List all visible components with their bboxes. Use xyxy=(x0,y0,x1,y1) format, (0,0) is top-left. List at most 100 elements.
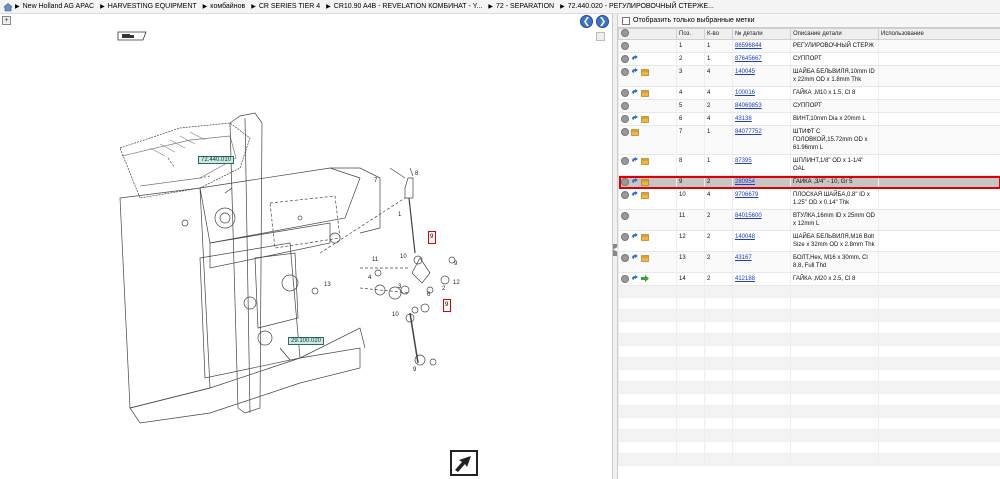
col-desc[interactable]: Описание детали xyxy=(790,28,879,40)
callout-29100020[interactable]: 29.100.020 xyxy=(288,337,325,345)
part-number-link[interactable]: 43138 xyxy=(735,116,752,122)
breadcrumb-item[interactable]: HARVESTING EQUIPMENT xyxy=(108,3,197,10)
part-number-link[interactable]: 412188 xyxy=(735,276,755,282)
callout-72440010[interactable]: 72.440.010 xyxy=(198,156,235,164)
table-row[interactable]: 13 2 43167 БОЛТ,Hex, M16 x 30mm, Cl 8.8, Fu… xyxy=(618,251,1000,273)
replace-arrow-icon[interactable] xyxy=(641,275,649,283)
row-pos: 1 xyxy=(676,39,705,53)
package-icon[interactable] xyxy=(641,68,649,76)
package-icon[interactable] xyxy=(641,254,649,262)
breadcrumb-item[interactable]: 72.440.020 - РЕГУЛИРОВОЧНЫЙ СТЕРЖЕ... xyxy=(568,3,714,10)
next-button[interactable]: ❯ xyxy=(596,15,609,28)
table-row[interactable]: 5 2 84069853 СУППОРТ xyxy=(618,99,1000,113)
col-qty[interactable]: К-во xyxy=(704,28,733,40)
row-usage xyxy=(878,39,1000,53)
row-qty: 1 xyxy=(704,154,733,176)
row-description: ШТИФТ С ГОЛОВКОЙ,15.72mm OD x 61.96mm L xyxy=(790,125,879,155)
info-arrow-icon[interactable] xyxy=(631,275,639,283)
home-icon[interactable] xyxy=(3,2,13,12)
row-pos: 12 xyxy=(676,230,705,252)
table-row[interactable]: 1 1 86596844 РЕГУЛИРОВОЧНЫЙ СТЕРЖ xyxy=(618,39,1000,53)
part-number-link[interactable]: 84015600 xyxy=(735,213,762,219)
row-pos: 14 xyxy=(676,272,705,286)
show-selected-checkbox[interactable] xyxy=(622,16,630,25)
table-row[interactable]: 6 4 43138 ВИНТ,10mm Dia x 20mm L xyxy=(618,112,1000,126)
table-row[interactable]: 4 4 100016 ГАЙКА ,M10 x 1.5, Cl 8 xyxy=(618,86,1000,100)
select-circle-icon[interactable] xyxy=(621,102,629,110)
info-arrow-icon[interactable] xyxy=(631,157,639,165)
select-circle-icon[interactable] xyxy=(621,68,629,76)
collapse-handle[interactable]: ◀ xyxy=(613,244,618,256)
row-part-number: 87645667 xyxy=(732,52,791,66)
row-qty: 2 xyxy=(704,175,733,189)
table-row[interactable]: 14 2 412188 ГАЙКА ,M20 x 2.5, Cl 8 xyxy=(618,272,1000,286)
table-row[interactable]: 12 2 140048 ШАЙБА БЕЛЬВИЛЯ,M16 Bolt Size x … xyxy=(618,230,1000,252)
breadcrumb-item[interactable]: CR SERIES TIER 4 xyxy=(259,3,320,10)
part-number-link[interactable]: 140048 xyxy=(735,234,755,240)
select-circle-icon[interactable] xyxy=(621,89,629,97)
info-arrow-icon[interactable] xyxy=(631,191,639,199)
row-description: ГАЙКА ,3/4" - 10, Gr 5 xyxy=(790,175,879,189)
row-icons xyxy=(618,209,677,231)
arrow-icon xyxy=(455,456,471,472)
previous-button[interactable]: ❮ xyxy=(580,15,593,28)
table-row[interactable]: 10 4 9706679 ПЛОСКАЯ ШАЙБА,0.8" ID x 1.25" … xyxy=(618,188,1000,210)
info-arrow-icon[interactable] xyxy=(631,89,639,97)
part-number-link[interactable]: 87395 xyxy=(735,158,752,164)
row-qty: 2 xyxy=(704,99,733,113)
select-circle-icon[interactable] xyxy=(621,178,629,186)
package-icon[interactable] xyxy=(631,128,639,136)
package-icon[interactable] xyxy=(641,233,649,241)
select-circle-icon[interactable] xyxy=(621,233,629,241)
package-icon[interactable] xyxy=(641,191,649,199)
select-circle-icon[interactable] xyxy=(621,275,629,283)
part-number-link[interactable]: 84069853 xyxy=(735,103,762,109)
part-number-link[interactable]: 9706679 xyxy=(735,192,758,198)
info-arrow-icon[interactable] xyxy=(631,254,639,262)
select-circle-icon[interactable] xyxy=(621,55,629,63)
part-number-link[interactable]: 84077752 xyxy=(735,129,762,135)
table-row[interactable]: 2 1 87645667 СУППОРТ xyxy=(618,52,1000,66)
part-number-link[interactable]: 87645667 xyxy=(735,56,762,62)
package-icon[interactable] xyxy=(641,115,649,123)
col-pos[interactable]: Поз. xyxy=(676,28,705,40)
info-arrow-icon[interactable] xyxy=(631,55,639,63)
package-icon[interactable] xyxy=(641,157,649,165)
breadcrumb-item[interactable]: 72 - SEPARATION xyxy=(496,3,554,10)
breadcrumb-arrow: ▶ xyxy=(100,4,105,10)
part-number-link[interactable]: 43167 xyxy=(735,255,752,261)
info-arrow-icon[interactable] xyxy=(631,115,639,123)
breadcrumb-item[interactable]: CR10.90 A4B - REVELATION КОМБИНАТ - Y... xyxy=(334,3,483,10)
info-arrow-icon[interactable] xyxy=(631,68,639,76)
expand-icon[interactable]: + xyxy=(2,16,11,25)
highlight-9-bottom[interactable]: 9 xyxy=(443,299,451,312)
select-circle-icon[interactable] xyxy=(621,157,629,165)
part-number-link[interactable]: 100016 xyxy=(735,90,755,96)
package-icon[interactable] xyxy=(641,178,649,186)
select-circle-icon[interactable] xyxy=(621,191,629,199)
select-circle-icon[interactable] xyxy=(621,212,629,220)
part-number-link[interactable]: 86596844 xyxy=(735,43,762,49)
info-arrow-icon[interactable] xyxy=(631,178,639,186)
select-circle-icon[interactable] xyxy=(621,128,629,136)
breadcrumb-item[interactable]: New Holland AG APAC xyxy=(23,3,94,10)
part-number-link[interactable]: 140045 xyxy=(735,69,755,75)
table-row[interactable]: 11 2 84015600 ВТУЛКА,16mm ID x 25mm OD x 12… xyxy=(618,209,1000,231)
exploded-diagram[interactable]: 7 8 1 11 10 9 4 12 3 13 6 2 10 9 xyxy=(0,28,612,479)
package-icon[interactable] xyxy=(641,89,649,97)
table-row-selected[interactable]: 9 2 280954 ГАЙКА ,3/4" - 10, Gr 5 xyxy=(618,175,1000,189)
table-row[interactable]: 8 1 87395 ШПЛИНТ,1/8" OD x 1-1/4" OAL xyxy=(618,154,1000,176)
row-part-number: 87395 xyxy=(732,154,791,176)
col-usage[interactable]: Использование xyxy=(878,28,1000,40)
breadcrumb-item[interactable]: комбайнов xyxy=(210,3,245,10)
select-circle-icon[interactable] xyxy=(621,115,629,123)
table-row[interactable]: 7 1 84077752 ШТИФТ С ГОЛОВКОЙ,15.72mm OD x … xyxy=(618,125,1000,155)
info-arrow-icon[interactable] xyxy=(631,233,639,241)
part-number-link[interactable]: 280954 xyxy=(735,179,755,185)
select-circle-icon[interactable] xyxy=(621,42,629,50)
highlight-9-top[interactable]: 9 xyxy=(428,231,436,244)
select-circle-icon[interactable] xyxy=(621,254,629,262)
navigate-diagram-button[interactable] xyxy=(450,450,478,476)
table-row[interactable]: 3 4 140045 ШАЙБА БЕЛЬВИЛЯ,10mm ID x 22mm OD… xyxy=(618,65,1000,87)
col-part[interactable]: № детали xyxy=(732,28,791,40)
